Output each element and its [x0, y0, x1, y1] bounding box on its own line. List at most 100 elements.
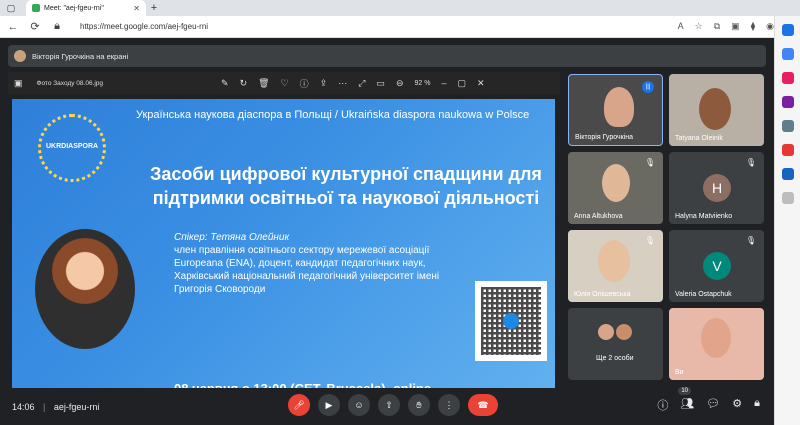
participant-name: Anna Altukhova	[574, 213, 623, 220]
qr-code	[475, 281, 547, 361]
favorite-heart-icon[interactable]: ♡	[281, 78, 289, 89]
speaker-role: Спікер: Тетяна Олейник	[174, 232, 290, 243]
fullscreen-icon[interactable]: ⤢	[358, 78, 365, 89]
meet-app: Вікторія Гурочкіна на екрані ▣ Фото Захо…	[0, 38, 774, 425]
office-icon[interactable]	[781, 144, 794, 156]
participant-name: Ви	[675, 369, 684, 376]
emoji-button[interactable]: ☺	[348, 394, 370, 416]
mic-off-icon: 🎙︎	[644, 236, 655, 245]
participant-tile[interactable]: 🎙︎ Anna Altukhova	[568, 152, 663, 224]
delete-icon[interactable]: 🗑︎	[258, 78, 269, 89]
participant-avatar: H	[703, 174, 731, 202]
zoom-level: 92 %	[414, 79, 431, 87]
image-icon: ▣	[14, 77, 23, 88]
split-icon[interactable]: ⧉	[714, 21, 720, 32]
browser-tab-strip: ▢ Meet: "aej-fgeu-rni" ✕ +	[0, 0, 800, 16]
refresh-icon[interactable]: ⟳	[28, 20, 42, 33]
video-feed	[604, 87, 634, 127]
meet-favicon-icon	[32, 4, 40, 12]
camera-toggle-button[interactable]: ▶	[318, 394, 340, 416]
leave-call-button[interactable]: ☎	[468, 394, 498, 416]
mic-toggle-button[interactable]: 🎤︎	[288, 394, 310, 416]
speaker-description: член правління освітнього сектору мереже…	[174, 245, 440, 295]
minimize-icon[interactable]: –	[441, 78, 446, 88]
maximize-icon[interactable]: ▢	[457, 78, 466, 89]
people-count-badge: 10	[678, 387, 692, 395]
favorite-icon[interactable]: ☆	[695, 21, 703, 32]
extensions-icon[interactable]: ⧫	[751, 21, 755, 32]
shared-slide: UKRDIASPORA Українська наукова діаспора …	[12, 99, 555, 419]
profile-icon[interactable]: ◉	[766, 21, 774, 32]
mic-off-icon: 🎙︎	[745, 158, 756, 167]
present-button[interactable]: ⇧	[378, 394, 400, 416]
participant-name: Halyna Matviienko	[675, 213, 733, 220]
more-options-button[interactable]: ⋮	[438, 394, 460, 416]
lock-meeting-button[interactable]: 🔒︎	[754, 397, 760, 413]
add-icon[interactable]	[781, 192, 794, 204]
window-menu-icon[interactable]: ▢	[0, 0, 22, 16]
video-feed	[699, 88, 731, 130]
bing-icon[interactable]	[781, 24, 794, 36]
address-bar[interactable]: https://meet.google.com/aej-fgeu-rni	[80, 22, 208, 31]
search-icon[interactable]	[781, 48, 794, 60]
participant-tile[interactable]: ||| Вікторія Гурочкіна	[568, 74, 663, 146]
participant-tile[interactable]: Tatyana Oleinik	[669, 74, 764, 146]
share-icon[interactable]: ⇪	[320, 78, 328, 89]
logo-text: UKRDIASPORA	[46, 143, 99, 150]
close-viewer-icon[interactable]: ✕	[477, 78, 485, 89]
chat-button[interactable]: 💬︎	[706, 397, 720, 413]
meeting-info: 14:06 | aej-fgeu-rni	[12, 401, 100, 412]
outlook-icon[interactable]	[781, 168, 794, 180]
presenter-avatar	[14, 50, 26, 62]
people-button[interactable]: 👥︎ 10	[678, 387, 694, 413]
games-icon[interactable]	[781, 120, 794, 132]
edge-sidebar	[774, 16, 800, 425]
lock-icon: 🔒︎	[54, 20, 60, 32]
participant-tile[interactable]: H 🎙︎ Halyna Matviienko	[669, 152, 764, 224]
speaker-photo	[35, 229, 135, 349]
photo-viewer-toolbar: ▣ Фото Заходу 08.06.jpg ✎ ↻ 🗑︎ ♡ ⓘ ⇪ ⋯ ⤢…	[8, 72, 560, 94]
side-controls: ⓘ 👥︎ 10 💬︎ ⚙ 🔒︎	[657, 387, 760, 413]
more-participants-tile[interactable]: Ще 2 особи	[568, 308, 663, 380]
speaking-icon: |||	[642, 81, 654, 93]
more-options-icon[interactable]: ⋯	[338, 78, 347, 89]
speaker-info: Спікер: Тетяна Олейник член правління ос…	[174, 231, 474, 296]
aspect-icon[interactable]: ▭	[376, 78, 385, 89]
file-name: Фото Заходу 08.06.jpg	[36, 79, 104, 87]
new-tab-button[interactable]: +	[146, 2, 162, 14]
participant-tile[interactable]: V 🎙︎ Valeria Ostapchuk	[669, 230, 764, 302]
presenting-banner: Вікторія Гурочкіна на екрані	[8, 45, 766, 67]
browser-tab[interactable]: Meet: "aej-fgeu-rni" ✕	[26, 0, 146, 16]
participant-tile[interactable]: 🎙︎ Юлія Олішевська	[568, 230, 663, 302]
read-aloud-icon[interactable]: A	[678, 21, 684, 32]
participant-name: Вікторія Гурочкіна	[575, 134, 633, 141]
mic-off-icon: 🎙︎	[644, 158, 655, 167]
video-feed	[598, 240, 630, 282]
shopping-icon[interactable]	[781, 72, 794, 84]
info-icon[interactable]: ⓘ	[300, 77, 309, 90]
participant-tile[interactable]: Ви	[669, 308, 764, 380]
call-controls: 🎤︎ ▶ ☺ ⇧ ✋︎ ⋮ ☎	[288, 394, 498, 416]
edit-icon[interactable]: ✎	[221, 78, 229, 89]
back-icon[interactable]: ←	[6, 21, 20, 33]
zoom-out-icon[interactable]: ⊖	[396, 78, 404, 89]
more-avatars	[598, 324, 632, 340]
bottom-bar: 14:06 | aej-fgeu-rni 🎤︎ ▶ ☺ ⇧ ✋︎ ⋮ ☎ ⓘ 👥…	[0, 387, 774, 425]
presenting-text: Вікторія Гурочкіна на екрані	[32, 51, 129, 61]
tab-title: Meet: "aej-fgeu-rni"	[44, 4, 104, 12]
activities-button[interactable]: ⚙	[732, 397, 742, 413]
participant-avatar: V	[703, 252, 731, 280]
video-feed	[602, 164, 630, 202]
info-button[interactable]: ⓘ	[657, 397, 668, 413]
collections-icon[interactable]: ▣	[731, 21, 740, 32]
rotate-icon[interactable]: ↻	[240, 78, 248, 89]
raise-hand-button[interactable]: ✋︎	[408, 394, 430, 416]
tools-icon[interactable]	[781, 96, 794, 108]
participant-name: Юлія Олішевська	[574, 291, 631, 298]
address-bar-row: ← ⟳ 🔒︎ https://meet.google.com/aej-fgeu-…	[0, 16, 800, 38]
mic-off-icon: 🎙︎	[745, 236, 756, 245]
tab-close-icon[interactable]: ✕	[133, 4, 140, 13]
meeting-code: aej-fgeu-rni	[53, 401, 100, 412]
participant-name: Valeria Ostapchuk	[675, 291, 732, 298]
video-feed	[701, 318, 731, 358]
